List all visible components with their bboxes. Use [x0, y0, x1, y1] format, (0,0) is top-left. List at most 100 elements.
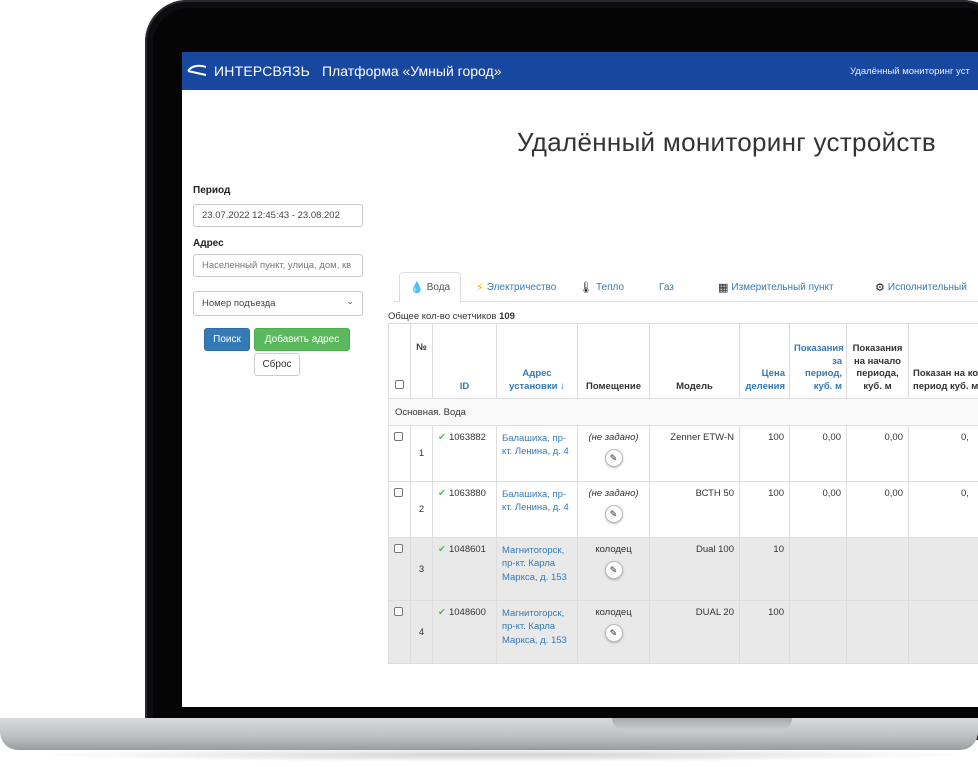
- row-checkbox[interactable]: [394, 544, 403, 553]
- edit-pencil-icon[interactable]: ✎: [604, 561, 623, 579]
- tab-electricity[interactable]: ⚡ Электричество: [476, 272, 556, 302]
- col-address[interactable]: Адрес установки ↓: [496, 323, 578, 399]
- gears-icon: ⚙: [875, 281, 885, 294]
- col-number: №: [410, 323, 433, 399]
- col-readings-period-label: Показания за период, куб. м: [794, 342, 844, 393]
- row-readings-end: [908, 537, 978, 601]
- table-row[interactable]: 4 ✔ 1048600 Магнитогорск, пр-кт. Карла Ма…: [388, 600, 978, 664]
- row-price: 100: [739, 600, 790, 664]
- laptop-base-notch: [612, 718, 792, 730]
- tab-water[interactable]: 💧 Вода: [399, 272, 462, 303]
- row-readings-start: [846, 600, 909, 664]
- row-model: Zenner ETW-N: [649, 425, 740, 482]
- row-readings-period: 0,00: [789, 425, 847, 482]
- row-select-cell: [388, 425, 411, 482]
- row-readings-end: 0,: [908, 425, 978, 482]
- row-room: (не задано): [588, 432, 639, 443]
- row-id: 1048601: [448, 544, 486, 555]
- tab-electricity-label: Электричество: [486, 281, 557, 293]
- intersvyaz-logo-icon: [187, 64, 207, 76]
- col-readings-period[interactable]: Показания за период, куб. м: [789, 323, 847, 399]
- row-address-cell: Балашиха, пр-кт. Ленина, д. 4: [496, 425, 578, 482]
- row-readings-period: [789, 537, 847, 601]
- row-checkbox[interactable]: [394, 607, 403, 616]
- row-model: DUAL 20: [649, 600, 740, 664]
- meter-count-label: Общее кол-во счетчиков: [388, 311, 497, 322]
- row-number: 1: [410, 425, 433, 482]
- row-readings-start: [846, 537, 909, 601]
- row-number: 4: [410, 600, 433, 664]
- row-address-link[interactable]: Балашиха, пр-кт. Ленина, д. 4: [502, 433, 569, 457]
- reset-button[interactable]: Сброс: [254, 353, 300, 376]
- tab-measuring-point-label: Измерительный пункт: [731, 281, 834, 293]
- row-model: Dual 100: [649, 537, 740, 601]
- row-select-cell: [388, 537, 411, 601]
- edit-pencil-icon[interactable]: ✎: [604, 505, 623, 523]
- col-address-label: Адрес установки: [509, 368, 558, 393]
- col-readings-end: Показан на конец период куб. м: [908, 323, 978, 399]
- row-room-cell: (не задано) ✎: [577, 425, 650, 482]
- row-id: 1063882: [448, 432, 486, 443]
- col-price[interactable]: Цена деления: [739, 323, 790, 399]
- top-navbar: ИНТЕРСВЯЗЬ Платформа «Умный город» Удалё…: [182, 52, 978, 90]
- row-readings-end: [908, 600, 978, 664]
- col-id-label: ID: [459, 381, 470, 393]
- row-checkbox[interactable]: [394, 488, 403, 497]
- add-address-button[interactable]: Добавить адрес: [254, 328, 350, 351]
- group-row: Основная. Вода: [388, 398, 978, 426]
- row-select-cell: [388, 481, 411, 538]
- entrance-select[interactable]: Номер подъезда ⌄: [193, 291, 363, 316]
- row-address-cell: Магнитогорск, пр-кт. Карла Маркса, д. 15…: [496, 600, 578, 664]
- row-address-cell: Балашиха, пр-кт. Ленина, д. 4: [496, 481, 578, 538]
- platform-title[interactable]: Платформа «Умный город»: [322, 63, 502, 79]
- row-checkbox[interactable]: [394, 432, 403, 441]
- row-price: 100: [739, 425, 790, 482]
- tab-heat[interactable]: 🌡 Тепло: [579, 272, 624, 302]
- tab-water-label: Вода: [426, 282, 451, 293]
- edit-pencil-icon[interactable]: ✎: [604, 624, 623, 642]
- resource-tabs: 💧 Вода ⚡ Электричество 🌡 Тепло Газ ▦ Изм…: [394, 272, 978, 303]
- table-row[interactable]: 2 ✔ 1063880 Балашиха, пр-кт. Ленина, д. 4…: [388, 481, 978, 538]
- col-model: Модель: [649, 323, 740, 399]
- row-readings-start: 0,00: [846, 481, 909, 538]
- tab-actuator[interactable]: ⚙ Исполнительный: [875, 272, 967, 302]
- row-room: колодец: [595, 544, 632, 555]
- group-label: Основная. Вода: [388, 398, 978, 426]
- row-readings-period: [789, 600, 847, 664]
- address-label: Адрес: [193, 238, 224, 249]
- edit-pencil-icon[interactable]: ✎: [604, 449, 623, 467]
- row-select-cell: [388, 600, 411, 664]
- search-button[interactable]: Поиск: [204, 328, 250, 351]
- meter-count-value: 109: [499, 311, 515, 322]
- table-row[interactable]: 3 ✔ 1048601 Магнитогорск, пр-кт. Карла Ма…: [388, 537, 978, 601]
- laptop-shadow: [30, 748, 978, 762]
- table-header-row: № ID Адрес установки ↓ Помещение Модель …: [388, 323, 978, 399]
- address-input[interactable]: Населенный пункт, улица, дом, кв: [193, 254, 363, 277]
- row-readings-start: 0,00: [846, 425, 909, 482]
- row-number: 2: [410, 481, 433, 538]
- tab-gas[interactable]: Газ: [659, 272, 674, 302]
- row-id: 1048600: [448, 607, 486, 618]
- calculator-icon: ▦: [718, 281, 729, 294]
- row-readings-period: 0,00: [789, 481, 847, 538]
- row-readings-end: 0,: [908, 481, 978, 538]
- chevron-down-icon: ⌄: [346, 296, 354, 306]
- row-address-link[interactable]: Магнитогорск, пр-кт. Карла Маркса, д. 15…: [502, 545, 567, 583]
- row-address-link[interactable]: Магнитогорск, пр-кт. Карла Маркса, д. 15…: [502, 608, 567, 646]
- row-address-link[interactable]: Балашиха, пр-кт. Ленина, д. 4: [502, 489, 569, 513]
- period-input[interactable]: 23.07.2022 12:45:43 - 23.08.202: [193, 204, 363, 227]
- tab-measuring-point[interactable]: ▦ Измерительный пункт: [718, 272, 834, 302]
- entrance-select-value: Номер подъезда: [202, 298, 276, 309]
- sort-asc-icon: ↓: [560, 381, 565, 393]
- row-room-cell: колодец ✎: [577, 537, 650, 601]
- ok-check-icon: ✔: [438, 488, 446, 499]
- row-model: ВСТН 50: [649, 481, 740, 538]
- col-id[interactable]: ID: [432, 323, 497, 399]
- brand-name[interactable]: ИНТЕРСВЯЗЬ: [214, 63, 310, 79]
- laptop-base: [0, 718, 978, 750]
- select-all-checkbox[interactable]: [395, 380, 404, 390]
- ok-check-icon: ✔: [438, 544, 446, 555]
- table-row[interactable]: 1 ✔ 1063882 Балашиха, пр-кт. Ленина, д. 4…: [388, 425, 978, 482]
- row-room: колодец: [595, 607, 632, 618]
- nav-link-monitoring[interactable]: Удалённый мониторинг уст: [850, 66, 970, 77]
